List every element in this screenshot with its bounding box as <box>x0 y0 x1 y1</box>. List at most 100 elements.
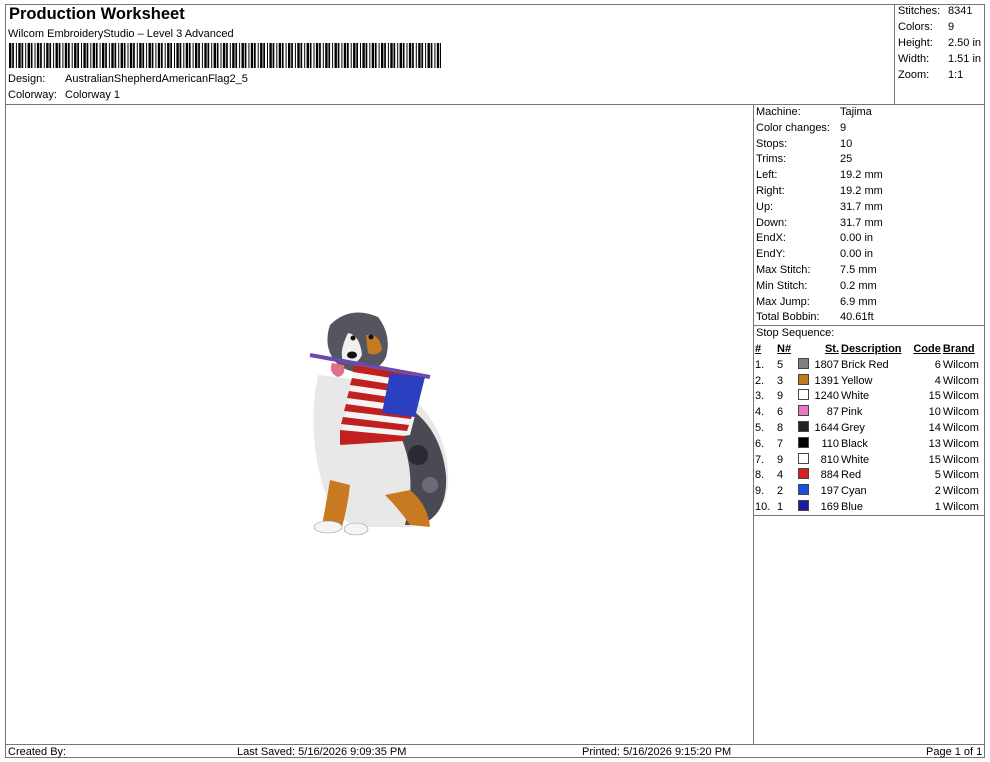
barcode-bar <box>95 43 98 68</box>
barcode-bar <box>9 43 12 68</box>
swatch-icon <box>797 357 809 369</box>
page-number: Page 1 of 1 <box>926 746 983 758</box>
spec-label: Up: <box>756 200 774 213</box>
thread-brand: Wilcom <box>942 500 979 513</box>
barcode-bar <box>387 43 389 68</box>
printed-date: Printed: 5/16/2026 9:15:20 PM <box>582 746 732 758</box>
barcode-bar <box>40 43 42 68</box>
needle-number: 4 <box>777 469 784 482</box>
needle-number: 7 <box>777 437 784 450</box>
col-description: Description <box>841 343 902 355</box>
stitches-value: 8341 <box>948 5 973 17</box>
thread-brand: Wilcom <box>942 358 979 371</box>
barcode-bar <box>332 43 334 68</box>
table-row: 2. 3 1391 Yellow 4 Wilcom <box>754 373 984 390</box>
barcode-bar <box>49 43 52 68</box>
barcode-bar <box>402 43 405 68</box>
barcode-bar <box>399 43 402 68</box>
row-number: 3. <box>755 390 765 403</box>
stop-sequence-header-row: # N# St. Description Code Brand <box>754 342 984 358</box>
barcode-bar <box>248 43 250 68</box>
barcode-bar <box>198 43 200 68</box>
color-swatch <box>796 420 810 437</box>
swatch-icon <box>797 373 809 385</box>
barcode-bar <box>390 43 393 68</box>
spec-label: Total Bobbin: <box>756 311 820 324</box>
thread-description: Pink <box>841 406 863 419</box>
barcode-bar <box>36 43 40 68</box>
barcode-bar <box>118 43 120 68</box>
barcode-bar <box>108 43 110 68</box>
thread-brand: Wilcom <box>942 437 979 450</box>
swatch-icon <box>797 452 809 464</box>
barcode-bar <box>408 43 412 68</box>
barcode-bar <box>179 43 182 68</box>
thread-code: 14 <box>928 421 941 434</box>
barcode-bar <box>123 43 126 68</box>
table-row: 9. 2 197 Cyan 2 Wilcom <box>754 484 984 500</box>
barcode-bar <box>90 43 92 68</box>
thread-code: 10 <box>928 406 941 419</box>
barcode-bar <box>325 43 328 68</box>
thread-description: Brick Red <box>841 358 889 371</box>
created-by: Created By: <box>8 746 67 758</box>
thread-brand: Wilcom <box>942 406 979 419</box>
barcode-bar <box>257 43 259 68</box>
barcode-bar <box>281 43 284 68</box>
spec-label: Stops: <box>756 137 788 150</box>
row-number: 2. <box>755 374 765 387</box>
barcode-bar <box>77 43 79 68</box>
barcode-bar <box>105 43 107 68</box>
barcode-bar <box>313 43 315 68</box>
barcode-bar <box>328 43 331 68</box>
stitch-count: 1644 <box>814 421 839 434</box>
barcode-bar <box>239 43 241 68</box>
stop-sequence-divider <box>753 325 985 326</box>
barcode-bar <box>232 43 235 68</box>
barcode-bar <box>430 43 433 68</box>
barcode-bar <box>412 43 414 68</box>
barcode-bar <box>129 43 133 68</box>
table-row: 3. 9 1240 White 15 Wilcom <box>754 389 984 405</box>
stitch-count: 884 <box>820 469 839 482</box>
table-row: 4. 6 87 Pink 10 Wilcom <box>754 405 984 421</box>
colors-value: 9 <box>948 21 955 33</box>
row-number: 1. <box>755 358 765 371</box>
spec-label: Color changes: <box>756 121 830 134</box>
col-code: Code <box>913 343 941 355</box>
barcode-bar <box>71 43 73 68</box>
barcode-bar <box>304 43 306 68</box>
barcode-bar <box>192 43 194 68</box>
barcode-bar <box>291 43 293 68</box>
spec-value: 31.7 mm <box>840 216 883 229</box>
barcode-bar <box>365 43 368 68</box>
barcode-bar <box>337 43 340 68</box>
barcode-bar <box>68 43 70 68</box>
thread-description: Yellow <box>841 374 873 387</box>
barcode-bar <box>81 43 82 68</box>
summary-divider <box>894 4 895 104</box>
table-row: 6. 7 110 Black 13 Wilcom <box>754 436 984 453</box>
stop-sequence-heading: Stop Sequence: <box>756 327 835 339</box>
spec-label: Max Stitch: <box>756 264 811 276</box>
thread-description: Blue <box>841 500 864 513</box>
barcode-bar <box>111 43 114 68</box>
barcode-bar <box>229 43 231 68</box>
barcode-bar <box>309 43 312 68</box>
barcode-bar <box>436 43 440 68</box>
needle-number: 9 <box>777 390 784 403</box>
barcode-bar <box>288 43 291 68</box>
spec-value: 31.7 mm <box>840 200 883 213</box>
spec-value: 10 <box>840 137 853 150</box>
swatch-icon <box>797 436 809 448</box>
barcode-bar <box>276 43 278 68</box>
col-swatch <box>796 342 810 358</box>
swatch-icon <box>797 468 809 480</box>
swatch-icon <box>797 389 809 401</box>
barcode-bar <box>220 43 222 68</box>
stitches-label: Stitches: <box>898 5 941 17</box>
barcode-bar <box>151 43 154 68</box>
barcode-bar <box>397 43 399 68</box>
color-swatch <box>796 405 810 421</box>
stop-sequence-table: # N# St. Description Code Brand 1. 5 1807 B… <box>754 342 984 516</box>
